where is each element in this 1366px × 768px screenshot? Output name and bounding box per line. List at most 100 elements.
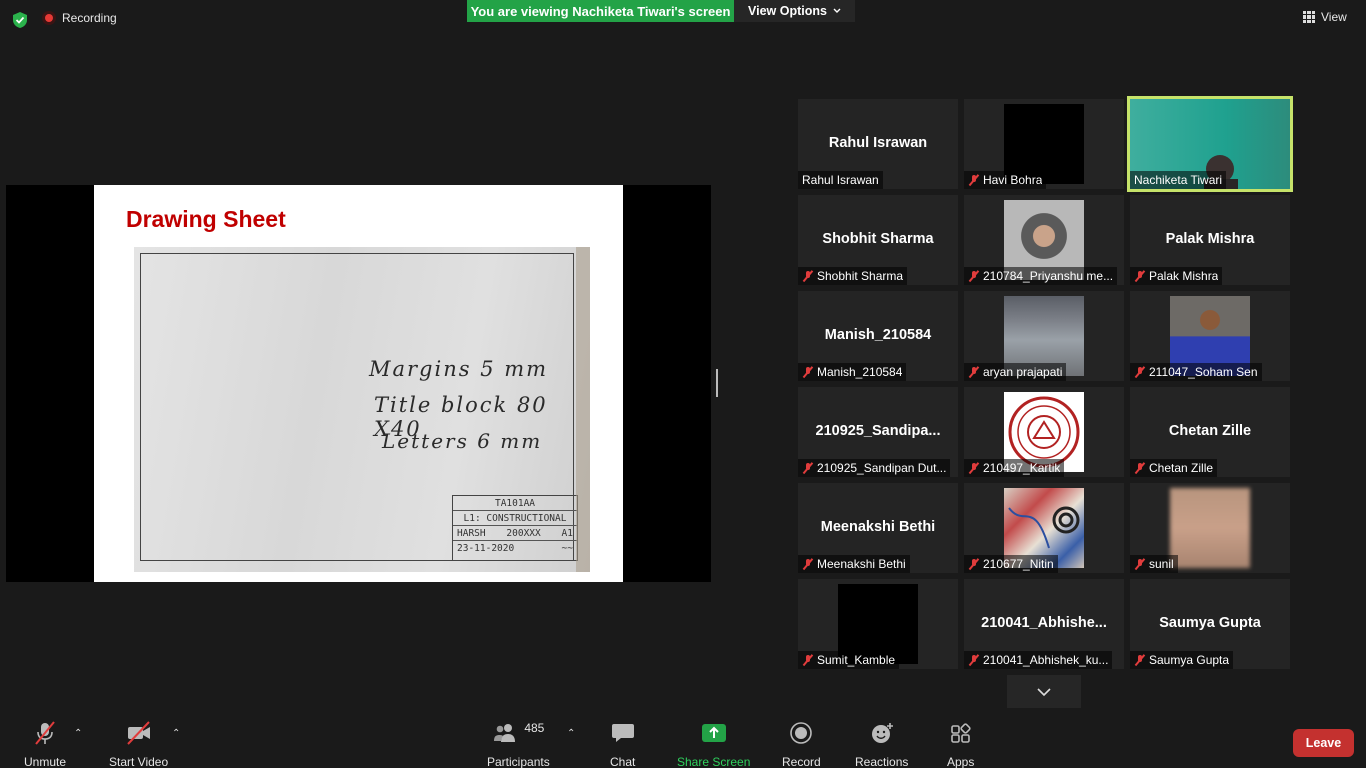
- chat-button[interactable]: Chat: [610, 720, 635, 768]
- share-screen-label: Share Screen: [677, 755, 751, 768]
- apps-icon: [950, 723, 971, 743]
- next-page-button[interactable]: [1007, 675, 1081, 709]
- record-icon: [790, 722, 813, 744]
- title-block-row: HARSH 200XXX A1: [453, 526, 577, 541]
- participant-tile[interactable]: Shobhit Sharma Shobhit Sharma: [798, 195, 958, 285]
- mic-muted-icon: [802, 558, 814, 570]
- audio-options-caret[interactable]: ⌃: [74, 728, 82, 739]
- shared-screen[interactable]: Drawing Sheet Margins 5 mm Title block 8…: [6, 185, 711, 582]
- reactions-label: Reactions: [855, 755, 909, 768]
- participant-name: Chetan Zille: [1149, 461, 1214, 475]
- participant-name: Saumya Gupta: [1149, 653, 1230, 667]
- unmute-button[interactable]: Unmute: [24, 720, 66, 768]
- participant-tile[interactable]: Palak Mishra Palak Mishra: [1130, 195, 1290, 285]
- start-video-button[interactable]: Start Video: [109, 720, 168, 768]
- participant-display-name: Rahul Israwan: [828, 135, 928, 151]
- participant-display-name: Chetan Zille: [1168, 423, 1252, 439]
- signature-scribble: ~~: [561, 543, 573, 554]
- participant-display-name: Manish_210584: [824, 327, 932, 343]
- drawing-sheet-photo: Margins 5 mm Title block 80 X40 Letters …: [134, 247, 590, 572]
- record-label: Record: [782, 755, 821, 768]
- participants-label: Participants: [487, 755, 550, 768]
- participant-tile[interactable]: Nachiketa Tiwari: [1127, 96, 1293, 192]
- view-options-button[interactable]: View Options: [734, 0, 855, 22]
- participants-options-caret[interactable]: ⌃: [567, 728, 575, 739]
- participant-tile[interactable]: Sumit_Kamble: [798, 579, 958, 669]
- participant-tile[interactable]: Havi Bohra: [964, 99, 1124, 189]
- participant-name: Manish_210584: [817, 365, 903, 379]
- slide-title: Drawing Sheet: [126, 206, 286, 232]
- participant-name-label: Rahul Israwan: [798, 171, 883, 189]
- participant-tile[interactable]: 210677_Nitin: [964, 483, 1124, 573]
- participant-name: 211047_Soham Sen: [1149, 365, 1258, 379]
- participant-name-label: Saumya Gupta: [1130, 651, 1234, 669]
- participant-display-name: Shobhit Sharma: [822, 231, 934, 247]
- chat-label: Chat: [610, 755, 636, 768]
- participant-tile[interactable]: aryan prajapati: [964, 291, 1124, 381]
- participant-name-label: Havi Bohra: [964, 171, 1047, 189]
- title-block-name: HARSH: [457, 527, 486, 539]
- view-label: View: [1321, 10, 1347, 24]
- participant-tile[interactable]: 210497_Kartik: [964, 387, 1124, 477]
- participant-display-name: 210041_Abhishe...: [981, 615, 1107, 631]
- chevron-down-icon: [833, 8, 841, 13]
- grid-icon: [1303, 11, 1315, 23]
- recording-indicator[interactable]: Recording: [42, 11, 117, 25]
- mic-muted-icon: [968, 366, 980, 378]
- record-button[interactable]: Record: [782, 720, 821, 768]
- participant-display-name: Saumya Gupta: [1159, 615, 1261, 631]
- unmute-label: Unmute: [24, 755, 67, 768]
- leave-button[interactable]: Leave: [1293, 729, 1354, 757]
- participant-name-label: 210497_Kartik: [964, 459, 1065, 477]
- participant-tile[interactable]: Manish_210584 Manish_210584: [798, 291, 958, 381]
- participant-name: Rahul Israwan: [802, 173, 879, 187]
- participant-name-label: Shobhit Sharma: [798, 267, 908, 285]
- participant-tile[interactable]: 210041_Abhishe... 210041_Abhishek_ku...: [964, 579, 1124, 669]
- title-block-lesson: L1: CONSTRUCTIONAL: [453, 511, 577, 526]
- mic-muted-icon: [802, 462, 814, 474]
- participant-name-label: sunil: [1130, 555, 1178, 573]
- participant-tile[interactable]: Saumya Gupta Saumya Gupta: [1130, 579, 1290, 669]
- title-block-date: 23-11-2020: [457, 543, 515, 554]
- participant-tile[interactable]: 211047_Soham Sen: [1130, 291, 1290, 381]
- participant-name: Palak Mishra: [1149, 269, 1219, 283]
- participant-name-label: Manish_210584: [798, 363, 907, 381]
- participant-name: Meenakshi Bethi: [817, 557, 906, 571]
- shield-icon[interactable]: [11, 11, 29, 29]
- participant-name: 210784_Priyanshu me...: [983, 269, 1114, 283]
- participant-name: 210925_Sandipan Dut...: [817, 461, 947, 475]
- participant-tile[interactable]: sunil: [1130, 483, 1290, 573]
- participant-name-label: Nachiketa Tiwari: [1130, 171, 1227, 189]
- participant-tile[interactable]: Meenakshi Bethi Meenakshi Bethi: [798, 483, 958, 573]
- chat-icon: [611, 724, 634, 742]
- mic-muted-icon: [968, 270, 980, 282]
- video-options-caret[interactable]: ⌃: [172, 728, 180, 739]
- view-button[interactable]: View: [1303, 10, 1347, 24]
- mic-muted-icon: [802, 270, 814, 282]
- recording-icon: [42, 11, 56, 25]
- handwritten-line: Letters 6 mm: [382, 429, 543, 453]
- participant-name: aryan prajapati: [983, 365, 1063, 379]
- participant-display-name: 210925_Sandipa...: [815, 423, 941, 439]
- resize-handle[interactable]: [716, 369, 718, 397]
- presentation-slide: Drawing Sheet Margins 5 mm Title block 8…: [94, 185, 623, 582]
- participant-name: Nachiketa Tiwari: [1134, 173, 1223, 187]
- mic-muted-icon: [968, 558, 980, 570]
- apps-label: Apps: [947, 755, 975, 768]
- participant-name-label: 210925_Sandipan Dut...: [798, 459, 951, 477]
- title-block: TA101AA L1: CONSTRUCTIONAL HARSH 200XXX …: [452, 495, 578, 561]
- participant-tile[interactable]: Rahul Israwan Rahul Israwan: [798, 99, 958, 189]
- participant-tile[interactable]: Chetan Zille Chetan Zille: [1130, 387, 1290, 477]
- participants-button[interactable]: 485 Participants: [487, 720, 550, 768]
- title-block-size: A1: [561, 527, 573, 539]
- participant-name-label: Meenakshi Bethi: [798, 555, 910, 573]
- participant-tile[interactable]: 210784_Priyanshu me...: [964, 195, 1124, 285]
- mic-muted-icon: [968, 174, 980, 186]
- participant-video: [1170, 488, 1250, 568]
- participant-tile[interactable]: 210925_Sandipa... 210925_Sandipan Dut...: [798, 387, 958, 477]
- participant-name: 210497_Kartik: [983, 461, 1061, 475]
- reactions-button[interactable]: Reactions: [855, 720, 908, 768]
- participants-icon: [494, 724, 516, 742]
- share-screen-button[interactable]: Share Screen: [677, 720, 750, 768]
- apps-button[interactable]: Apps: [947, 720, 974, 768]
